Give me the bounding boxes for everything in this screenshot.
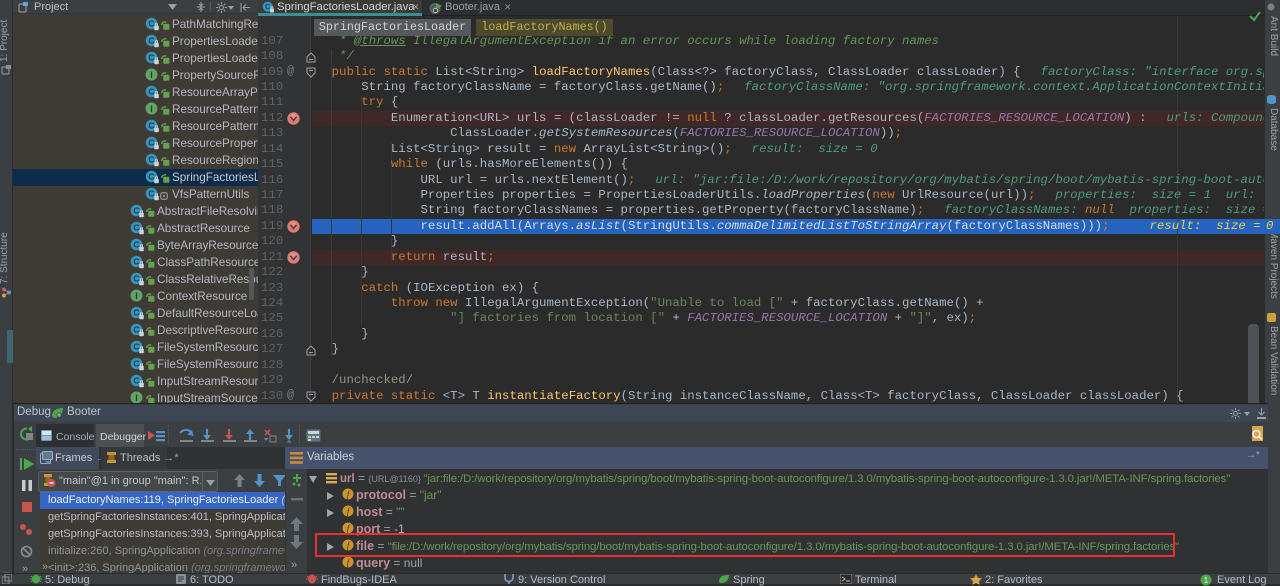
svg-text:I: I: [135, 291, 138, 301]
svg-text:I: I: [150, 104, 153, 114]
svg-text:C: C: [133, 325, 139, 335]
svg-text:C: C: [133, 359, 139, 369]
svg-text:C: C: [133, 308, 139, 318]
svg-text:C: C: [148, 138, 154, 148]
svg-text:C: C: [148, 155, 154, 165]
svg-text:C: C: [133, 274, 139, 284]
svg-text:C: C: [148, 121, 154, 131]
svg-text:C: C: [148, 53, 154, 63]
svg-text:C: C: [148, 189, 154, 199]
svg-text:C: C: [148, 36, 154, 46]
svg-text:C: C: [133, 240, 139, 250]
svg-text:C: C: [148, 172, 154, 182]
svg-text:C: C: [133, 257, 139, 267]
svg-text:C: C: [133, 376, 139, 386]
svg-text:I: I: [135, 393, 138, 403]
svg-text:C: C: [148, 19, 154, 29]
svg-text:C: C: [133, 342, 139, 352]
svg-text:I: I: [150, 70, 153, 80]
svg-text:C: C: [133, 206, 139, 216]
svg-text:C: C: [133, 223, 139, 233]
svg-text:C: C: [148, 87, 154, 97]
